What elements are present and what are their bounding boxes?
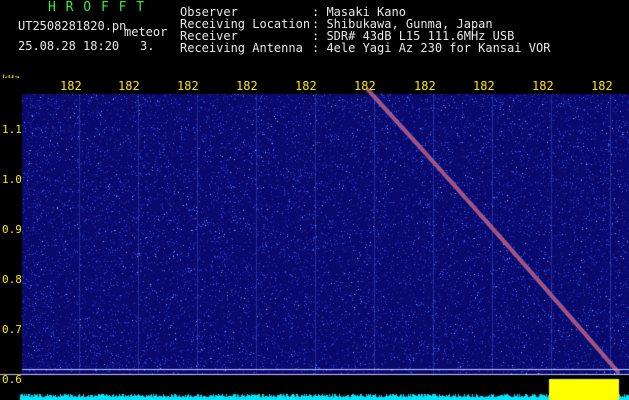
time-label: 182 (118, 79, 140, 93)
time-label: 182 (414, 79, 436, 93)
antenna-label: Receiving Antenna (180, 41, 303, 55)
time-label: 182 (177, 79, 199, 93)
spectrogram-canvas (0, 78, 629, 400)
y-tick-label: 1.0 (2, 173, 22, 186)
time-label: 182 (473, 79, 495, 93)
timestamp: 25.08.28 18:20 (18, 39, 120, 53)
antenna-value: : 4ele Yagi Az 230 for Kansai VOR (312, 41, 551, 55)
time-label: 182 (236, 79, 258, 93)
y-tick-label: 0.9 (2, 223, 22, 236)
y-tick-label: 0.7 (2, 323, 22, 336)
time-label: 182 (354, 79, 376, 93)
header-panel: H R O F F T UT2508281820.pn meteor 25.08… (0, 0, 629, 85)
time-label: 182 (295, 79, 317, 93)
time-label: 182 (532, 79, 554, 93)
filename: UT2508281820.pn (18, 19, 127, 33)
time-label: 182 (60, 79, 82, 93)
y-tick-label: 0.6 (2, 373, 22, 386)
y-tick-label: 0.8 (2, 273, 22, 286)
detection-tag: meteor (124, 25, 168, 39)
app-title: H R O F F T (48, 0, 146, 15)
time-label: 182 (591, 79, 613, 93)
count-value: 3. (140, 39, 155, 53)
y-tick-label: 1.1 (2, 123, 22, 136)
